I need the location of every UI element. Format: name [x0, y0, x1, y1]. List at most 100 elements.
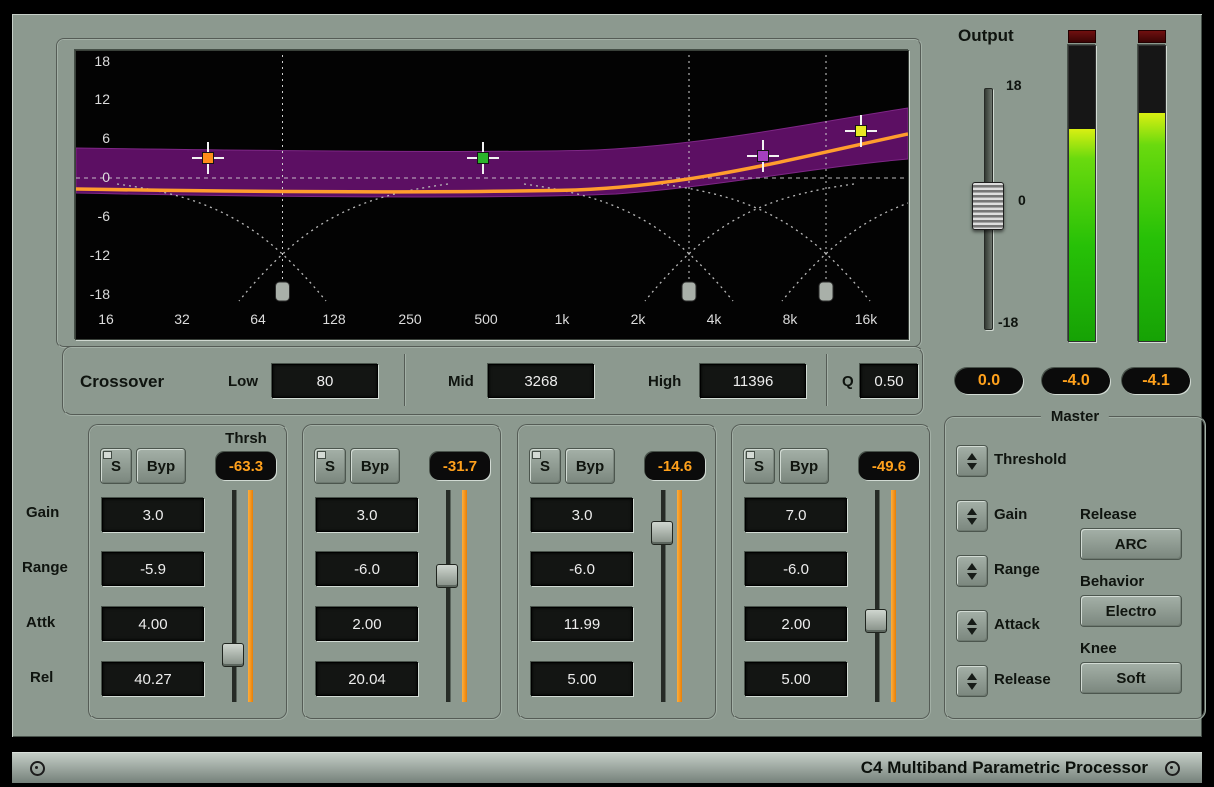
master-release-stepper[interactable] — [956, 665, 988, 697]
solo-label: S — [540, 458, 550, 475]
solo-label: S — [111, 458, 121, 475]
band-3-threshold-handle[interactable] — [651, 521, 673, 545]
row-label-release: Rel — [30, 669, 53, 686]
up-arrow-icon — [967, 673, 977, 680]
y-tick: 6 — [80, 130, 110, 146]
band-4-release-field[interactable]: 5.00 — [745, 662, 847, 696]
y-tick: 18 — [80, 53, 110, 69]
x-tick: 8k — [770, 311, 810, 327]
waves-logo-icon-right[interactable] — [1165, 761, 1180, 776]
master-range-stepper[interactable] — [956, 555, 988, 587]
band-3-bypass-button[interactable]: Byp — [565, 448, 615, 484]
meter-peak-readout-left[interactable]: -4.0 — [1042, 368, 1110, 394]
band-1-release-field[interactable]: 40.27 — [102, 662, 204, 696]
output-meter-right — [1138, 45, 1166, 342]
band-1-threshold-handle[interactable] — [222, 643, 244, 667]
output-scale-tick: 18 — [1006, 77, 1022, 93]
band-1-panel: Thrsh S Byp -63.3 3.0 -5.9 4.00 40.27 — [88, 424, 288, 720]
band-4-panel: S Byp -49.6 7.0 -6.0 2.00 5.00 — [731, 424, 931, 720]
band-3-range-field[interactable]: -6.0 — [531, 552, 633, 586]
crossover-q-value[interactable]: 0.50 — [860, 364, 918, 398]
crossover-high-value[interactable]: 11396 — [700, 364, 806, 398]
master-attack-stepper[interactable] — [956, 610, 988, 642]
output-fader-knob[interactable] — [972, 182, 1004, 230]
band-3-panel: S Byp -14.6 3.0 -6.0 11.99 5.00 — [517, 424, 717, 720]
knee-mode-button[interactable]: Soft — [1080, 662, 1182, 694]
band-4-range-field[interactable]: -6.0 — [745, 552, 847, 586]
band-4-bypass-button[interactable]: Byp — [779, 448, 829, 484]
band-3-threshold-readout[interactable]: -14.6 — [645, 452, 705, 480]
bypass-label: Byp — [576, 458, 604, 475]
output-gain-readout[interactable]: 0.0 — [955, 368, 1023, 394]
band-4-threshold-track — [875, 490, 880, 702]
eq-graph-frame: 18 12 6 0 -6 -12 -18 16 32 64 128 250 50… — [56, 38, 922, 348]
master-title: Master — [1041, 408, 1109, 425]
band-2-gain-field[interactable]: 3.0 — [316, 498, 418, 532]
down-arrow-icon — [967, 518, 977, 525]
band-1-range-field[interactable]: -5.9 — [102, 552, 204, 586]
up-arrow-icon — [967, 508, 977, 515]
band-1-solo-button[interactable]: S — [100, 448, 132, 484]
x-tick: 250 — [390, 311, 430, 327]
thresh-label: Thrsh — [216, 430, 276, 447]
bypass-label: Byp — [361, 458, 389, 475]
master-threshold-stepper[interactable] — [956, 445, 988, 477]
output-meter-left — [1068, 45, 1096, 342]
x-tick: 32 — [162, 311, 202, 327]
crossover-handle-mid[interactable] — [682, 282, 696, 301]
crossover-low-value[interactable]: 80 — [272, 364, 378, 398]
band-1-attack-field[interactable]: 4.00 — [102, 607, 204, 641]
band-3-level-bar — [677, 490, 682, 702]
down-arrow-icon — [967, 573, 977, 580]
band-2-solo-button[interactable]: S — [314, 448, 346, 484]
crossover-handle-low[interactable] — [276, 282, 290, 301]
knee-mode-label: Knee — [1080, 640, 1117, 657]
crossover-handle-high[interactable] — [819, 282, 833, 301]
band-2-bypass-button[interactable]: Byp — [350, 448, 400, 484]
waves-logo-icon-left[interactable] — [30, 761, 45, 776]
crossover-skirt-curve — [239, 184, 448, 301]
band-4-solo-button[interactable]: S — [743, 448, 775, 484]
band-2-attack-field[interactable]: 2.00 — [316, 607, 418, 641]
band-1-level-bar — [248, 490, 253, 702]
band-2-release-field[interactable]: 20.04 — [316, 662, 418, 696]
behavior-mode-label: Behavior — [1080, 573, 1144, 590]
logo-dot — [35, 766, 38, 769]
up-arrow-icon — [967, 453, 977, 460]
down-arrow-icon — [967, 628, 977, 635]
band-1-gain-field[interactable]: 3.0 — [102, 498, 204, 532]
band-1-threshold-readout[interactable]: -63.3 — [216, 452, 276, 480]
crossover-mid-value[interactable]: 3268 — [488, 364, 594, 398]
master-range-label: Range — [994, 561, 1040, 578]
master-section: Master Threshold Gain Range Attack — [944, 416, 1206, 720]
band-2-range-field[interactable]: -6.0 — [316, 552, 418, 586]
band-3-gain-field[interactable]: 3.0 — [531, 498, 633, 532]
band-2-threshold-handle[interactable] — [436, 564, 458, 588]
crossover-q-label: Q — [842, 373, 854, 390]
band-3-release-field[interactable]: 5.00 — [531, 662, 633, 696]
behavior-mode-button[interactable]: Electro — [1080, 595, 1182, 627]
clip-led-right[interactable] — [1138, 30, 1166, 43]
band-2-threshold-track — [446, 490, 451, 702]
down-arrow-icon — [967, 463, 977, 470]
band-4-threshold-readout[interactable]: -49.6 — [859, 452, 919, 480]
band-4-threshold-handle[interactable] — [865, 609, 887, 633]
release-mode-button[interactable]: ARC — [1080, 528, 1182, 560]
row-label-gain: Gain — [26, 504, 59, 521]
band-1-threshold-track — [232, 490, 237, 702]
x-tick: 16k — [846, 311, 886, 327]
band-4-attack-field[interactable]: 2.00 — [745, 607, 847, 641]
crossover-label: Crossover — [80, 372, 164, 392]
band-4-gain-field[interactable]: 7.0 — [745, 498, 847, 532]
band-1-bypass-button[interactable]: Byp — [136, 448, 186, 484]
band-3-solo-button[interactable]: S — [529, 448, 561, 484]
meter-peak-readout-right[interactable]: -4.1 — [1122, 368, 1190, 394]
band-2-level-bar — [462, 490, 467, 702]
band-3-attack-field[interactable]: 11.99 — [531, 607, 633, 641]
master-gain-stepper[interactable] — [956, 500, 988, 532]
master-threshold-label: Threshold — [994, 451, 1067, 468]
band-2-threshold-readout[interactable]: -31.7 — [430, 452, 490, 480]
row-label-attack: Attk — [26, 614, 55, 631]
clip-led-left[interactable] — [1068, 30, 1096, 43]
y-tick: -6 — [80, 208, 110, 224]
